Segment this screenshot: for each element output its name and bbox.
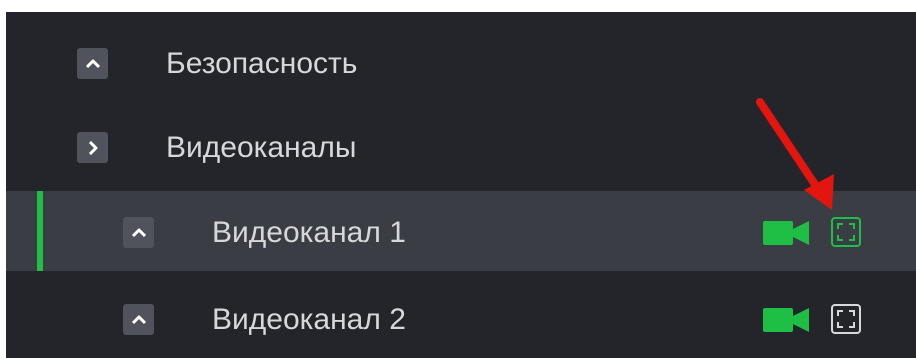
chevron-up-icon[interactable] <box>77 48 108 79</box>
tree-item-security[interactable]: Безопасность <box>6 26 916 106</box>
tree-item-video-channel-2[interactable]: Видеоканал 2 <box>6 276 916 356</box>
tree-item-label: Видеоканал 2 <box>212 303 406 336</box>
video-camera-icon[interactable] <box>763 306 809 334</box>
fullscreen-icon[interactable] <box>831 304 861 334</box>
selection-indicator <box>37 191 43 271</box>
chevron-up-icon[interactable] <box>123 304 154 335</box>
fullscreen-icon[interactable] <box>831 217 861 247</box>
chevron-up-icon[interactable] <box>123 217 154 248</box>
annotation-arrow-icon <box>756 98 834 210</box>
tree-item-label: Видеоканалы <box>166 131 357 164</box>
tree-item-label: Безопасность <box>166 47 358 80</box>
tree-panel: Безопасность Видеоканалы Видеоканал 1 Ви… <box>6 12 916 358</box>
video-camera-icon[interactable] <box>763 219 809 247</box>
tree-item-label: Видеоканал 1 <box>212 216 406 249</box>
chevron-right-icon[interactable] <box>77 132 108 163</box>
